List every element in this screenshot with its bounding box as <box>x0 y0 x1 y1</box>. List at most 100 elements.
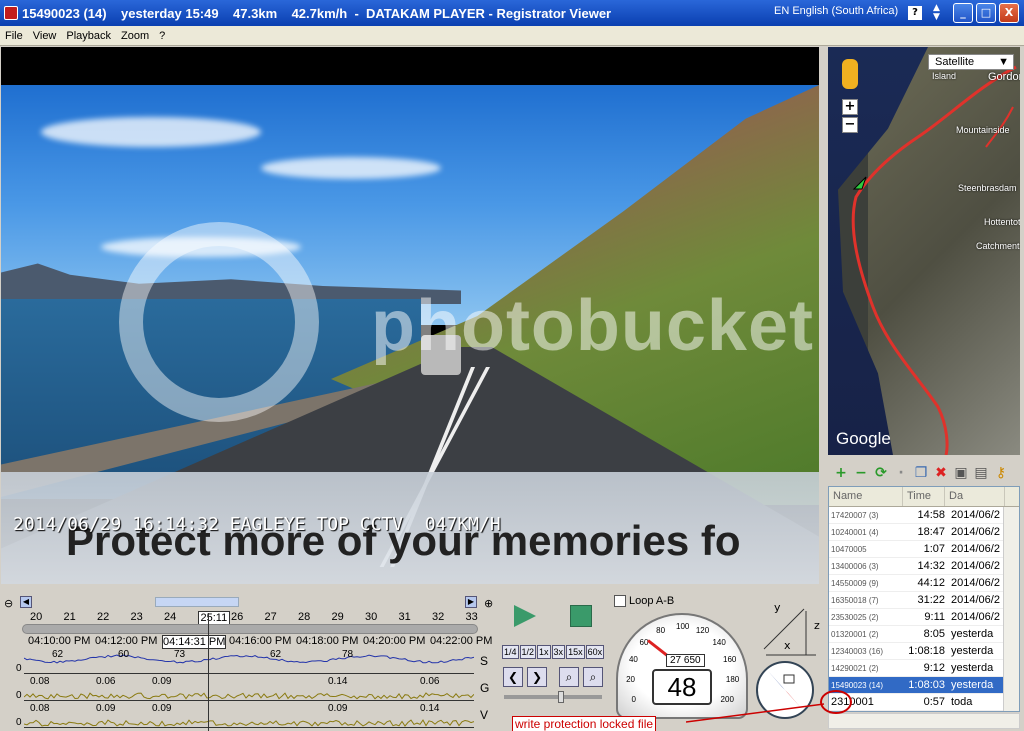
column-header-name[interactable]: Name <box>829 487 903 506</box>
file-list-row[interactable]: 12340003 (16) 1:08:18 yesterda <box>829 643 1019 660</box>
column-header-time[interactable]: Time <box>903 487 945 506</box>
map-zoom-out-button[interactable]: − <box>842 117 858 133</box>
speed-button[interactable]: 60x <box>586 645 605 659</box>
file-time: 1:08:03 <box>903 679 945 691</box>
add-icon[interactable]: + <box>832 464 850 482</box>
graph-zero-label: 0 <box>16 663 22 674</box>
map-type-select[interactable]: Satellite ▼ <box>928 54 1014 70</box>
telemetry-graph[interactable] <box>24 677 474 701</box>
save-icon[interactable]: ▣ <box>952 464 970 482</box>
file-list-row[interactable]: 2310001 0:57 toda <box>829 694 1019 711</box>
minimize-button[interactable]: _ <box>953 3 973 23</box>
menu-bar: File View Playback Zoom ? <box>0 26 1024 46</box>
remove-icon[interactable]: − <box>852 464 870 482</box>
menu-help[interactable]: ? <box>154 30 170 42</box>
refresh-icon[interactable]: ⟳ <box>872 464 890 482</box>
map-label: Gordon's Bay <box>988 71 1020 83</box>
speed-button[interactable]: 3x <box>552 645 566 659</box>
help-icon[interactable]: ? <box>908 6 922 20</box>
telemetry-graph[interactable] <box>24 704 474 728</box>
map-zoom-in-button[interactable]: + <box>842 99 858 115</box>
menu-playback[interactable]: Playback <box>61 30 116 42</box>
zoom-in-icon[interactable]: ⊕ <box>484 597 493 610</box>
timeline-bar[interactable] <box>22 624 478 634</box>
loop-ab-checkbox[interactable]: Loop A-B <box>614 595 674 607</box>
street-view-pegman-icon[interactable] <box>842 59 858 89</box>
file-list-horizontal-scrollbar[interactable] <box>828 713 1020 729</box>
close-button[interactable]: X <box>999 3 1019 23</box>
file-list-rows: 17420007 (3) 14:58 2014/06/2 10240001 (4) 18… <box>829 507 1019 711</box>
language-options-icon[interactable]: ▲ ▼ <box>933 4 940 22</box>
map-label: Mountainside <box>956 125 1010 135</box>
speed-button[interactable]: 15x <box>566 645 585 659</box>
window-title: 15490023 (14) yesterday 15:49 47.3km 42.… <box>22 6 611 21</box>
volume-slider[interactable] <box>504 695 602 699</box>
timeline-scrollbar[interactable] <box>155 597 239 607</box>
file-list-row[interactable]: 14290021 (2) 9:12 yesterda <box>829 660 1019 677</box>
speed-button[interactable]: 1/2 <box>520 645 537 659</box>
play-button[interactable] <box>514 605 536 627</box>
map-panel[interactable]: + − Satellite ▼ Island Gordon's Bay Mount… <box>828 47 1020 455</box>
telemetry-graph[interactable] <box>24 650 474 674</box>
scale-tick-label: 27 <box>265 611 277 623</box>
file-time: 8:05 <box>903 628 945 640</box>
file-name: 17420007 (3) <box>829 511 903 520</box>
prev-frame-button[interactable]: ❮ <box>503 667 523 687</box>
file-date: 2014/06/2 <box>945 543 1005 555</box>
graph-value-label: 0.09 <box>328 703 347 714</box>
scroll-left-icon[interactable]: ◀ <box>20 596 32 608</box>
file-list-row[interactable]: 10240001 (4) 18:47 2014/06/2 <box>829 524 1019 541</box>
key-icon[interactable]: ⚷ <box>992 464 1010 482</box>
file-list-row[interactable]: 10470005 1:07 2014/06/2 <box>829 541 1019 558</box>
scale-tick-label: 31 <box>399 611 411 623</box>
menu-view[interactable]: View <box>28 30 62 42</box>
scroll-right-icon[interactable]: ▶ <box>465 596 477 608</box>
file-time: 9:11 <box>903 611 945 623</box>
graph-value-label: 0.08 <box>30 703 49 714</box>
axis-z-label: z <box>814 619 820 632</box>
scale-tick-label: 22 <box>97 611 109 623</box>
file-name: 13400006 (3) <box>829 562 903 571</box>
export-icon[interactable]: ▤ <box>972 464 990 482</box>
column-header-date[interactable]: Da <box>945 487 1005 506</box>
zoom-out-icon[interactable]: ⊖ <box>4 597 13 610</box>
file-list-row[interactable]: 23530025 (2) 9:11 2014/06/2 <box>829 609 1019 626</box>
gauge-tick-label: 20 <box>626 675 635 684</box>
scale-tick-label: 24 <box>164 611 176 623</box>
timeline-cursor[interactable] <box>208 613 209 731</box>
stop-button[interactable] <box>570 605 592 627</box>
file-list-row[interactable]: 01320001 (2) 8:05 yesterda <box>829 626 1019 643</box>
file-list-row[interactable]: 15490023 (14) 1:08:03 yesterda <box>829 677 1019 694</box>
delete-icon[interactable]: ✖ <box>932 464 950 482</box>
gauge-tick-label: 140 <box>712 638 725 647</box>
graph-line <box>24 704 474 728</box>
file-list-vertical-scrollbar[interactable] <box>1003 507 1019 712</box>
speed-button[interactable]: 1/4 <box>502 645 519 659</box>
slider-thumb[interactable] <box>558 691 564 703</box>
file-list-row[interactable]: 16350018 (7) 31:22 2014/06/2 <box>829 592 1019 609</box>
callout-line <box>686 700 826 725</box>
next-frame-button[interactable]: ❯ <box>527 667 547 687</box>
zoom-out-video-button[interactable]: ⌕ <box>559 667 579 687</box>
google-logo: Google <box>836 429 891 449</box>
graph-value-label: 60 <box>118 649 129 660</box>
menu-file[interactable]: File <box>0 30 28 42</box>
copy-icon[interactable]: ❐ <box>912 464 930 482</box>
file-list[interactable]: Name Time Da 17420007 (3) 14:58 2014/06/2 1… <box>828 486 1020 712</box>
file-list-row[interactable]: 13400006 (3) 14:32 2014/06/2 <box>829 558 1019 575</box>
time-label: 04:22:00 PM <box>430 635 492 647</box>
maximize-button[interactable]: □ <box>976 3 996 23</box>
graph-value-label: 78 <box>342 649 353 660</box>
timeline-scale: 20 21 22 23 24 25:11 26 27 28 29 30 31 32 33 <box>22 611 484 623</box>
scale-tick-label: 32 <box>432 611 444 623</box>
file-list-row[interactable]: 14550009 (9) 44:12 2014/06/2 <box>829 575 1019 592</box>
language-indicator[interactable]: EN English (South Africa) <box>774 5 898 17</box>
menu-zoom[interactable]: Zoom <box>116 30 154 42</box>
graph-value-label: 73 <box>174 649 185 660</box>
speed-button[interactable]: 1x <box>537 645 551 659</box>
file-list-row[interactable]: 17420007 (3) 14:58 2014/06/2 <box>829 507 1019 524</box>
graph-label: V <box>480 708 488 722</box>
map-label: Hottentots <box>984 217 1020 227</box>
video-frame[interactable]: photobucket Protect more of your memorie… <box>1 47 819 584</box>
zoom-in-video-button[interactable]: ⌕ <box>583 667 603 687</box>
